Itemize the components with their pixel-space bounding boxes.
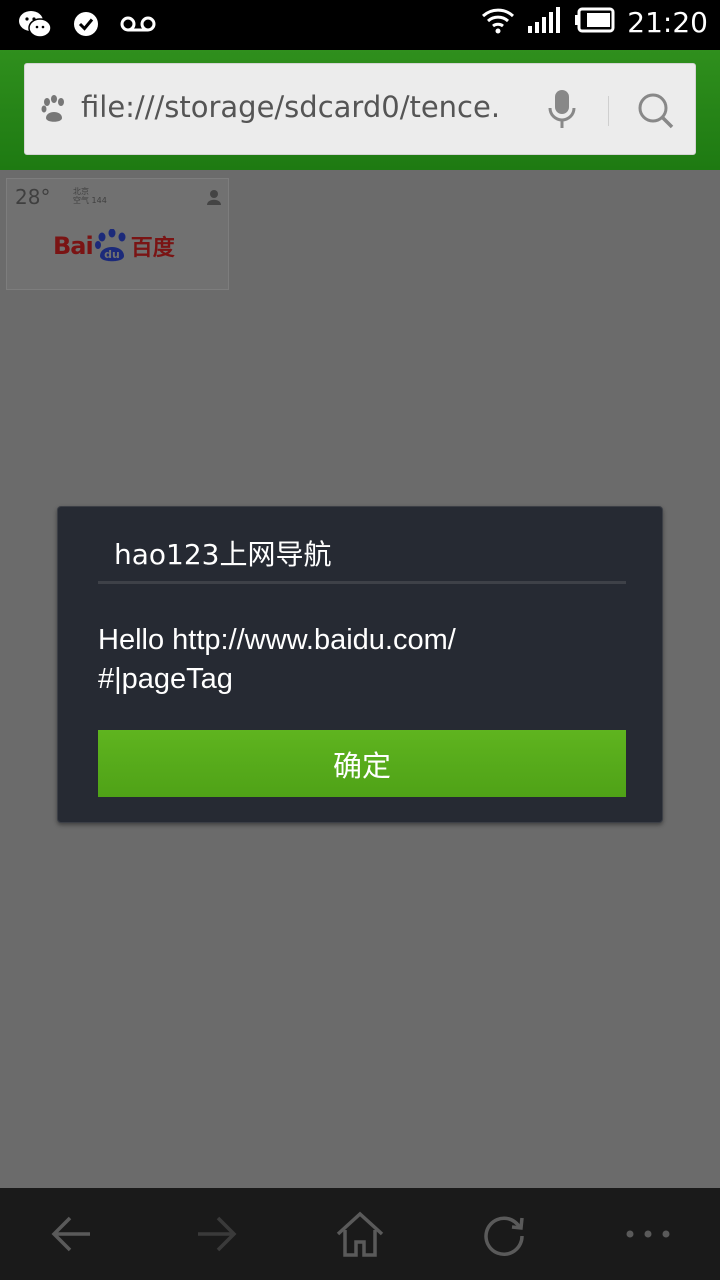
svg-text:du: du (104, 248, 120, 261)
browser-header: file:///storage/sdcard0/tence. (0, 50, 720, 170)
address-divider (608, 96, 609, 126)
search-icon[interactable] (637, 92, 675, 135)
ok-button[interactable]: 确定 (98, 730, 626, 797)
baidu-paw-logo-icon: du (94, 229, 126, 262)
url-text[interactable]: file:///storage/sdcard0/tence. (81, 90, 521, 124)
alert-dialog: hao123上网导航 Hello http://www.baidu.com/ #… (57, 506, 663, 823)
signal-icon (527, 6, 563, 39)
baidu-logo: Bai du 百度 (53, 229, 175, 263)
baidu-paw-icon (39, 94, 69, 129)
wechat-icon (18, 8, 52, 45)
weather-temperature: 28° (15, 185, 51, 209)
system-indicators: 21:20 (481, 6, 708, 39)
check-circle-icon (72, 10, 100, 43)
more-icon[interactable] (620, 1206, 676, 1262)
voicemail-icon (120, 14, 156, 39)
forward-icon[interactable] (188, 1206, 244, 1262)
address-bar[interactable]: file:///storage/sdcard0/tence. (24, 63, 696, 155)
user-icon (206, 189, 222, 210)
status-time: 21:20 (627, 6, 708, 39)
wifi-icon (481, 6, 515, 39)
dialog-message: Hello http://www.baidu.com/ #|pageTag (98, 624, 456, 695)
dialog-divider (98, 581, 626, 584)
status-bar: 21:20 (0, 0, 720, 50)
refresh-icon[interactable] (476, 1206, 532, 1262)
back-icon[interactable] (44, 1206, 100, 1262)
notification-icons (18, 8, 156, 45)
battery-icon (575, 7, 615, 38)
weather-city: 北京 空气 144 (73, 187, 107, 205)
baidu-page-thumbnail[interactable]: 28° 北京 空气 144 Bai du 百度 (6, 178, 229, 290)
bottom-toolbar (0, 1188, 720, 1280)
dialog-title: hao123上网导航 (114, 538, 332, 571)
home-icon[interactable] (332, 1206, 388, 1262)
microphone-icon[interactable] (547, 88, 577, 137)
